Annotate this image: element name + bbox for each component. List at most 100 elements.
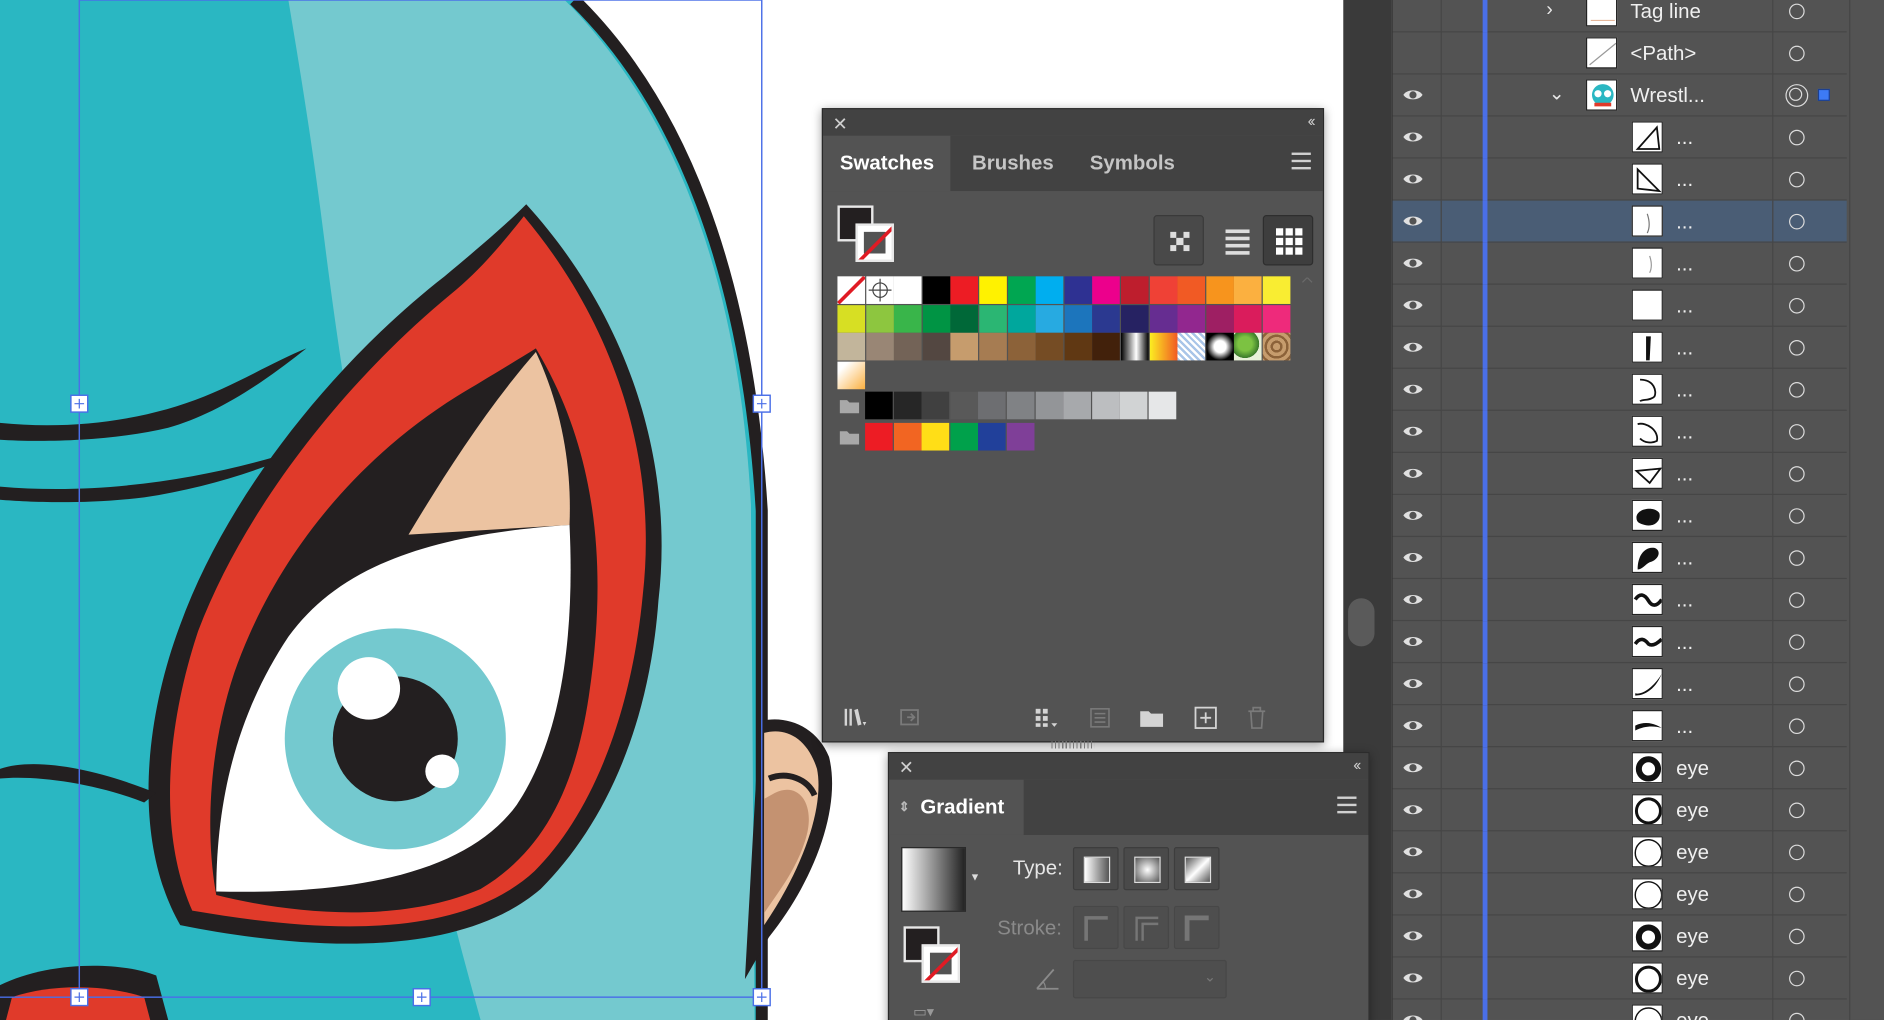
target-icon[interactable]	[1789, 466, 1805, 482]
layer-name[interactable]: ...	[1676, 631, 1693, 655]
bright-swatch[interactable]	[865, 422, 893, 451]
pattern-grid-swatch[interactable]	[1177, 333, 1206, 361]
close-icon[interactable]: ✕	[899, 757, 914, 778]
target-icon[interactable]	[1789, 844, 1805, 861]
layer-row[interactable]: ...	[1392, 494, 1847, 538]
target-icon[interactable]	[1789, 760, 1805, 777]
color-swatch[interactable]	[1064, 304, 1092, 333]
chevron-down-icon[interactable]: ▼	[970, 871, 981, 883]
gradient-footer-icon[interactable]: ▭▾	[913, 1003, 934, 1020]
eye-icon[interactable]	[1402, 507, 1424, 524]
eye-icon[interactable]	[1402, 885, 1424, 902]
eye-icon[interactable]	[1402, 675, 1424, 692]
eye-icon[interactable]	[1402, 381, 1424, 398]
stroke-swatch[interactable]	[855, 223, 894, 262]
target-icon[interactable]	[1789, 928, 1805, 945]
eye-icon[interactable]	[1402, 591, 1424, 608]
eye-icon[interactable]	[1402, 171, 1424, 188]
tab-swatches[interactable]: Swatches	[823, 135, 951, 192]
target-icon[interactable]	[1789, 45, 1805, 62]
folder-icon[interactable]	[837, 423, 861, 451]
layer-name[interactable]: eye	[1676, 799, 1709, 823]
target-icon[interactable]	[1789, 255, 1805, 272]
color-swatch[interactable]	[1206, 304, 1234, 333]
layer-name[interactable]: ...	[1676, 505, 1693, 529]
double-chevron-left-icon[interactable]: ‹‹	[1308, 112, 1316, 130]
pattern-leaf-swatch[interactable]	[1234, 333, 1263, 361]
layer-row[interactable]: ...	[1392, 579, 1847, 622]
visibility-toggle[interactable]	[1402, 44, 1424, 61]
layer-name[interactable]: ...	[1676, 210, 1693, 234]
eye-icon[interactable]	[1402, 129, 1424, 146]
layer-row[interactable]: ⌄ Wrestl...	[1392, 74, 1847, 117]
target-icon[interactable]	[1789, 970, 1805, 987]
color-swatch[interactable]	[950, 276, 979, 304]
color-swatch[interactable]	[1149, 304, 1177, 333]
eye-icon[interactable]	[1402, 423, 1424, 440]
color-swatch[interactable]	[922, 276, 951, 304]
target-icon[interactable]	[1789, 634, 1805, 650]
color-swatch[interactable]	[1064, 333, 1092, 361]
layer-name[interactable]: ...	[1676, 294, 1693, 318]
layer-name[interactable]: eye	[1676, 967, 1709, 991]
target-icon[interactable]	[1789, 550, 1805, 566]
layer-row[interactable]: eye	[1393, 999, 1847, 1020]
color-swatch[interactable]	[1262, 304, 1291, 333]
hamburger-menu-icon[interactable]	[1337, 796, 1357, 814]
freeform-gradient-icon[interactable]	[1173, 846, 1220, 891]
target-icon[interactable]	[1789, 129, 1805, 146]
show-kinds-icon[interactable]	[1153, 215, 1204, 266]
layer-row[interactable]: eye	[1392, 957, 1847, 1000]
target-icon[interactable]	[1789, 171, 1805, 188]
gradient-radial-swatch[interactable]	[1206, 333, 1234, 361]
color-swatch[interactable]	[1234, 276, 1263, 304]
layer-row[interactable]: › Tag line	[1392, 0, 1847, 33]
color-swatch[interactable]	[922, 333, 951, 361]
grayscale-swatch[interactable]	[978, 391, 1007, 420]
color-swatch[interactable]	[950, 333, 979, 361]
bright-swatch[interactable]	[1006, 422, 1035, 451]
grayscale-swatch[interactable]	[893, 391, 922, 420]
bright-swatch[interactable]	[893, 422, 922, 451]
layer-row[interactable]: ...	[1392, 663, 1847, 706]
layers-scrollbar[interactable]	[1849, 0, 1884, 1020]
eye-icon[interactable]	[1402, 465, 1424, 482]
eye-icon[interactable]	[1402, 549, 1424, 566]
new-swatch-icon[interactable]	[1193, 705, 1217, 729]
color-swatch[interactable]	[837, 304, 866, 333]
eye-icon[interactable]	[1402, 970, 1424, 987]
color-swatch[interactable]	[1149, 276, 1177, 304]
color-swatch[interactable]	[1092, 276, 1121, 304]
new-color-group-icon[interactable]	[1138, 705, 1164, 729]
eye-icon[interactable]	[1402, 339, 1424, 356]
swatch-libraries-icon[interactable]	[842, 705, 867, 729]
eye-icon[interactable]	[1402, 759, 1424, 776]
eye-icon[interactable]	[1402, 297, 1424, 314]
selection-indicator[interactable]	[1817, 88, 1830, 101]
grayscale-swatch[interactable]	[950, 391, 978, 420]
grayscale-swatch[interactable]	[865, 391, 893, 420]
color-swatch[interactable]	[1035, 333, 1064, 361]
color-swatch[interactable]	[1262, 276, 1291, 304]
layer-name[interactable]: ...	[1676, 336, 1693, 360]
list-view-icon[interactable]	[1212, 215, 1262, 265]
layer-row[interactable]: eye	[1392, 915, 1847, 958]
gradient-yellow-swatch[interactable]	[837, 361, 866, 390]
layer-name[interactable]: ...	[1676, 715, 1693, 739]
target-icon[interactable]	[1789, 676, 1805, 693]
target-icon[interactable]	[1789, 718, 1805, 735]
target-icon[interactable]	[1789, 592, 1805, 608]
color-swatch[interactable]	[979, 333, 1007, 361]
eye-icon[interactable]	[1402, 87, 1424, 104]
color-swatch[interactable]	[950, 304, 979, 333]
grayscale-swatch[interactable]	[1148, 391, 1177, 420]
eye-icon[interactable]	[1402, 213, 1424, 230]
gradient-preview-swatch[interactable]	[901, 846, 967, 912]
tab-brushes[interactable]: Brushes	[955, 136, 1070, 191]
layer-name[interactable]: ...	[1676, 547, 1693, 571]
layer-name[interactable]: eye	[1676, 1009, 1709, 1020]
stroke-across-icon[interactable]	[1173, 905, 1220, 950]
color-swatch[interactable]	[1092, 333, 1121, 361]
eye-icon[interactable]	[1402, 927, 1424, 944]
layer-row[interactable]: eye	[1392, 789, 1847, 832]
